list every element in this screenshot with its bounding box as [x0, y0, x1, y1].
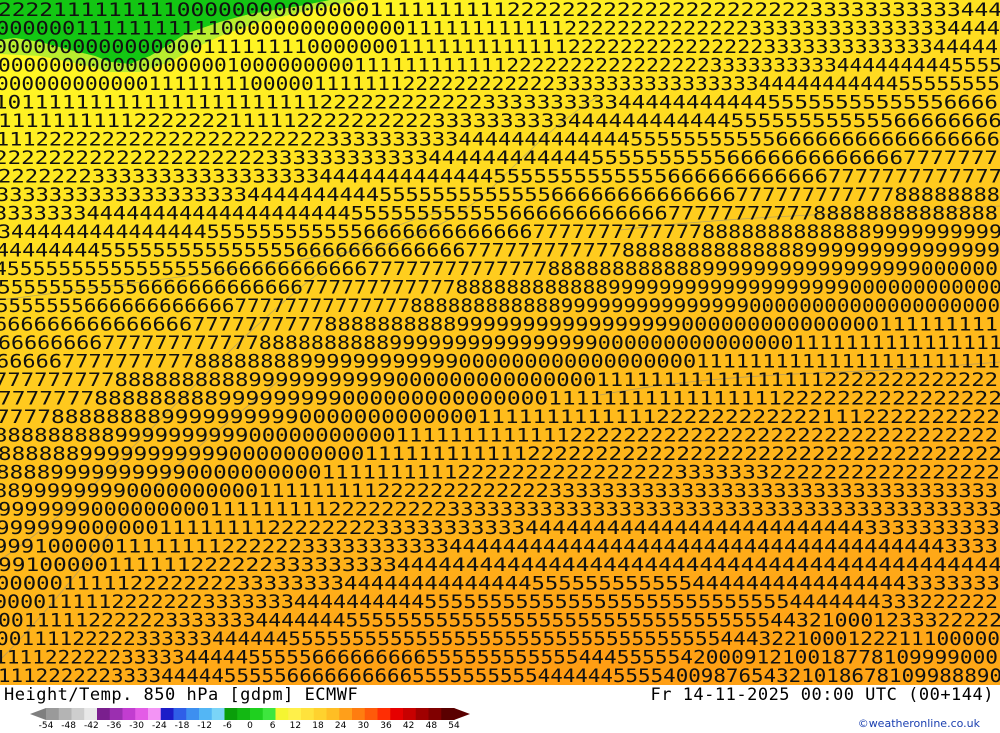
legend-swatch: [390, 708, 404, 720]
legend-label: -36: [106, 721, 122, 731]
legend-labels: -54 -48 -42 -36 -30 -24 -18 -12 -6 0 6 12 18 24 30 36 42…: [30, 721, 470, 733]
legend-label: 36: [380, 721, 392, 731]
legend-swatch: [173, 708, 187, 720]
legend-label: -18: [174, 721, 190, 731]
legend-swatch: [46, 708, 60, 720]
map-title: Height/Temp. 850 hPa [gdpm] ECMWF: [4, 685, 359, 705]
legend-swatch: [122, 708, 136, 720]
legend-label: -12: [197, 721, 213, 731]
legend-swatch: [403, 708, 417, 720]
legend-label: 0: [247, 721, 253, 731]
legend-swatch: [352, 708, 366, 720]
legend-swatch: [160, 708, 174, 720]
color-legend-bar: [30, 708, 470, 720]
legend-swatch: [301, 708, 315, 720]
legend-swatch: [313, 708, 327, 720]
legend-label: 54: [448, 721, 460, 731]
legend-swatch: [377, 708, 391, 720]
map-area: 2222111111111000000000000001111111111222…: [0, 0, 1000, 685]
legend-swatch: [339, 708, 353, 720]
legend-swatch: [262, 708, 276, 720]
legend-swatch: [71, 708, 85, 720]
legend-swatch: [58, 708, 72, 720]
legend-swatch: [211, 708, 225, 720]
legend-label: -42: [83, 721, 99, 731]
temperature-map: 2222111111111000000000000001111111111222…: [0, 0, 1000, 685]
legend-swatch: [275, 708, 289, 720]
legend-swatch: [326, 708, 340, 720]
legend-swatch: [288, 708, 302, 720]
weather-map-screen: 2222111111111000000000000001111111111222…: [0, 0, 1000, 733]
legend-label: -6: [222, 721, 232, 731]
legend-label: 6: [269, 721, 276, 731]
legend-label: 24: [334, 721, 347, 731]
valid-time: Fr 14-11-2025 00:00 UTC (00+144): [650, 685, 994, 705]
legend-swatch: [428, 708, 442, 720]
legend-swatch: [441, 708, 455, 720]
digit-row: 1112222223333444445555566666666665555555…: [0, 665, 1000, 685]
legend-label: -54: [38, 721, 54, 731]
legend-label: -30: [129, 721, 145, 731]
legend-swatch: [415, 708, 429, 720]
legend-label: 42: [402, 721, 415, 731]
legend-swatch: [109, 708, 123, 720]
legend-label: 18: [312, 721, 324, 731]
legend-label: -24: [151, 721, 167, 731]
legend-label: 30: [357, 721, 370, 731]
legend-swatch: [224, 708, 238, 720]
credit-link[interactable]: ©weatheronline.co.uk: [858, 717, 980, 730]
legend-arrow-right: [454, 708, 470, 720]
legend-label: 48: [425, 721, 438, 731]
legend-swatch: [84, 708, 98, 720]
legend-arrow-left: [30, 708, 46, 720]
legend-swatch: [97, 708, 111, 720]
map-footer: Height/Temp. 850 hPa [gdpm] ECMWF Fr 14-…: [0, 685, 1000, 733]
legend-swatch: [364, 708, 378, 720]
legend-label: -48: [61, 721, 77, 731]
legend-swatch: [199, 708, 213, 720]
legend-swatch: [186, 708, 200, 720]
legend-swatch: [250, 708, 264, 720]
legend-swatch: [237, 708, 251, 720]
legend-swatch: [135, 708, 149, 720]
temperature-digits: 2222111111111000000000000001111111111222…: [0, 0, 1000, 685]
legend-label: 12: [289, 721, 302, 731]
legend-swatch: [148, 708, 162, 720]
